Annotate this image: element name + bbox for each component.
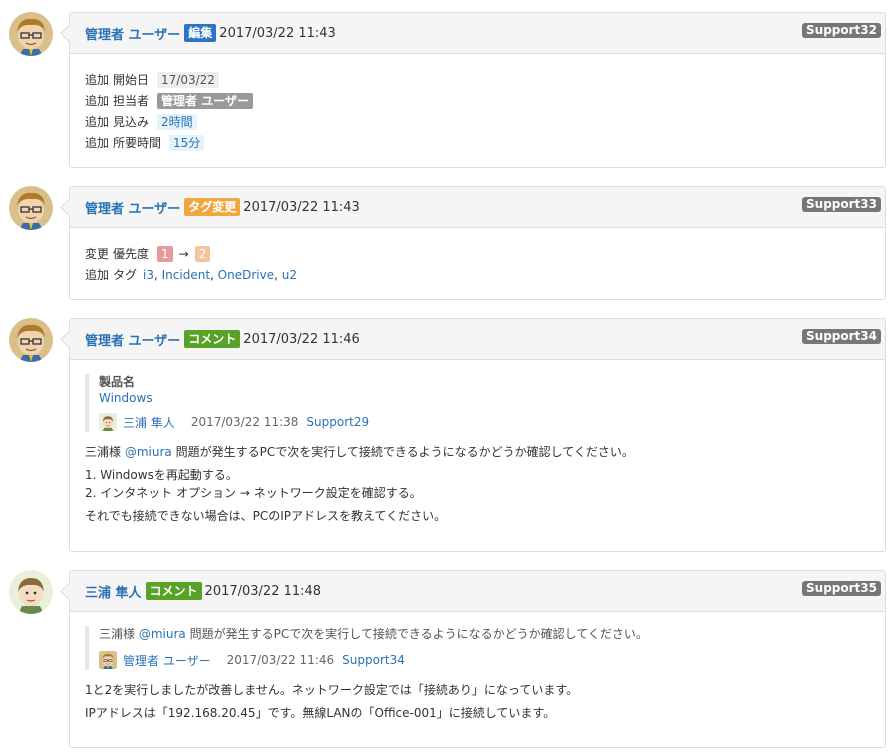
- change-value: 15分: [169, 134, 205, 151]
- card-body: 追加 開始日 17/03/22 追加 担当者 管理者 ユーザー 追加 見込み 2…: [70, 54, 885, 165]
- comment-line: 2. インタネット オプション → ネットワーク設定を確認する。: [85, 486, 422, 500]
- change-field: 優先度: [113, 247, 150, 261]
- card-body: 製品名 Windows 三浦 隼人 2017/03/22 11:38 Suppo…: [70, 360, 885, 543]
- card-body: 三浦様 @miura 問題が発生するPCで次を実行して接続できるようになるかどう…: [70, 612, 885, 740]
- card-header: 管理者 ユーザー 編集 2017/03/22 11:43 Support32: [70, 13, 885, 54]
- change-action: 追加: [85, 115, 110, 129]
- quote-text: 三浦様 @miura 問題が発生するPCで次を実行して接続できるようになるかどう…: [99, 627, 648, 641]
- tag-change-row: 追加 タグ i3, Incident, OneDrive, u2: [85, 267, 297, 283]
- change-row: 追加 見込み 2時間: [85, 111, 870, 132]
- quote-field-title: 製品名: [99, 375, 136, 389]
- author-link[interactable]: 管理者 ユーザー: [85, 330, 180, 349]
- change-field: 開始日: [113, 73, 150, 87]
- quote-meta: 三浦 隼人 2017/03/22 11:38 Support29: [99, 412, 870, 432]
- ticket-badge[interactable]: Support32: [802, 23, 881, 38]
- event-kind-badge: タグ変更: [184, 198, 241, 216]
- comment-line: IPアドレスは「192.168.20.45」です。無線LANの「Office-0…: [85, 706, 556, 720]
- change-field: 担当者: [113, 94, 150, 108]
- event-time: 2017/03/22 11:48: [204, 583, 322, 599]
- change-row: 追加 所要時間 15分: [85, 132, 870, 153]
- comment-line: それでも接続できない場合は、PCのIPアドレスを教えてください。: [85, 509, 447, 523]
- comment-card: 管理者 ユーザー コメント 2017/03/22 11:46 Support34…: [69, 318, 886, 552]
- change-row: 追加 開始日 17/03/22: [85, 69, 870, 90]
- quote-author-link[interactable]: 三浦 隼人: [123, 414, 175, 431]
- admin-avatar[interactable]: [9, 12, 53, 56]
- author-link[interactable]: 管理者 ユーザー: [85, 24, 180, 43]
- ticket-badge[interactable]: Support35: [802, 581, 881, 596]
- quoted-comment: 三浦様 @miura 問題が発生するPCで次を実行して接続できるようになるかどう…: [85, 626, 870, 670]
- event-time: 2017/03/22 11:46: [243, 331, 360, 347]
- change-value: 17/03/22: [157, 71, 219, 88]
- card-header: 管理者 ユーザー タグ変更 2017/03/22 11:43 Support33: [70, 187, 885, 228]
- quote-ticket-link[interactable]: Support29: [306, 415, 369, 429]
- event-time: 2017/03/22 11:43: [219, 25, 336, 41]
- event-kind-badge: コメント: [145, 582, 202, 600]
- priority-change-row: 変更 優先度 1 → 2: [85, 243, 870, 264]
- author-link[interactable]: 三浦 隼人: [85, 582, 142, 601]
- quote-meta: 管理者 ユーザー 2017/03/22 11:46 Support34: [99, 650, 870, 670]
- tag-link[interactable]: Incident: [162, 268, 210, 282]
- tag-link[interactable]: OneDrive: [218, 268, 274, 282]
- miura-avatar[interactable]: [9, 570, 53, 614]
- admin-avatar[interactable]: [9, 186, 53, 230]
- quote-time: 2017/03/22 11:38: [190, 415, 299, 429]
- quote-field-value[interactable]: Windows: [99, 390, 870, 406]
- quote-time: 2017/03/22 11:46: [226, 653, 335, 667]
- tag-link[interactable]: u2: [282, 268, 297, 282]
- card-header: 三浦 隼人 コメント 2017/03/22 11:48 Support35: [70, 571, 885, 612]
- card-body: 変更 優先度 1 → 2 追加 タグ i3, Incident, OneDriv…: [70, 228, 885, 297]
- change-action: 追加: [85, 268, 110, 282]
- mention-link[interactable]: @miura: [125, 445, 172, 459]
- priority-from-badge: 1: [157, 245, 173, 262]
- change-action: 追加: [85, 136, 110, 150]
- author-link[interactable]: 管理者 ユーザー: [85, 198, 180, 217]
- quote-ticket-link[interactable]: Support34: [342, 653, 405, 667]
- change-field: 見込み: [113, 115, 150, 129]
- comment-line: 三浦様 @miura 問題が発生するPCで次を実行して接続できるようになるかどう…: [85, 445, 634, 459]
- ticket-badge[interactable]: Support34: [802, 329, 881, 344]
- priority-to-badge: 2: [194, 245, 211, 262]
- change-row: 追加 担当者 管理者 ユーザー: [85, 90, 870, 111]
- ticket-badge[interactable]: Support33: [802, 197, 881, 212]
- change-value: 2時間: [157, 113, 197, 130]
- comment-card: 三浦 隼人 コメント 2017/03/22 11:48 Support35 三浦…: [69, 570, 886, 748]
- event-card: 管理者 ユーザー タグ変更 2017/03/22 11:43 Support33…: [69, 186, 886, 300]
- change-action: 追加: [85, 94, 110, 108]
- change-action: 追加: [85, 73, 110, 87]
- quoted-field: 製品名 Windows 三浦 隼人 2017/03/22 11:38 Suppo…: [85, 374, 870, 432]
- change-field: タグ: [113, 268, 138, 282]
- tag-link[interactable]: i3: [143, 268, 154, 282]
- mention-link[interactable]: @miura: [139, 627, 186, 641]
- admin-avatar[interactable]: [99, 651, 117, 669]
- card-header: 管理者 ユーザー コメント 2017/03/22 11:46 Support34: [70, 319, 885, 360]
- change-value: 管理者 ユーザー: [157, 92, 253, 109]
- event-kind-badge: コメント: [184, 330, 241, 348]
- event-card: 管理者 ユーザー 編集 2017/03/22 11:43 Support32 追…: [69, 12, 886, 168]
- arrow-icon: →: [178, 246, 189, 261]
- event-time: 2017/03/22 11:43: [243, 199, 360, 215]
- event-kind-badge: 編集: [184, 24, 217, 42]
- comment-line: 1と2を実行しましたが改善しません。ネットワーク設定では「接続あり」になっていま…: [85, 683, 579, 697]
- comment-line: 1. Windowsを再起動する。: [85, 468, 238, 482]
- change-action: 変更: [85, 247, 110, 261]
- admin-avatar[interactable]: [9, 318, 53, 362]
- quote-author-link[interactable]: 管理者 ユーザー: [123, 652, 211, 669]
- miura-avatar[interactable]: [99, 413, 117, 431]
- change-field: 所要時間: [113, 136, 162, 150]
